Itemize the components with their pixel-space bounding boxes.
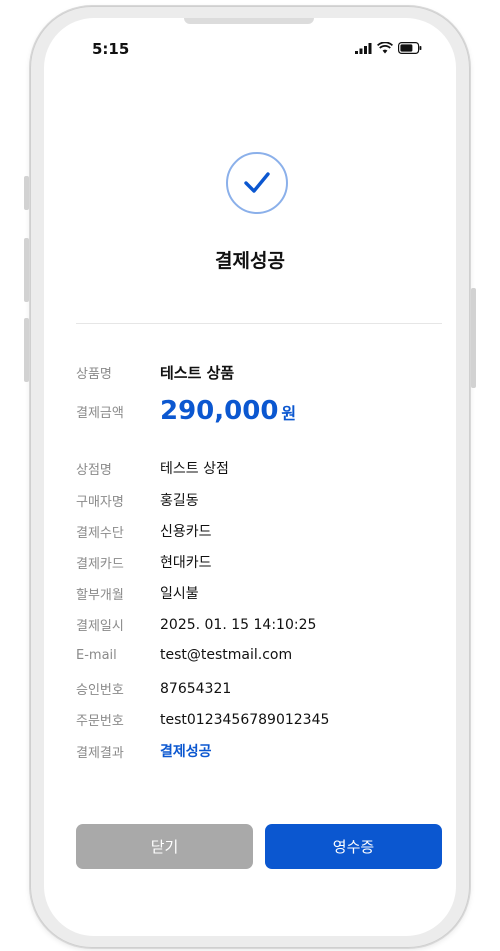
detail-row: 승인번호 87654321 [76, 679, 232, 699]
detail-value: 테스트 상점 [160, 461, 229, 477]
amount-row: 결제금액 290,000 원 [76, 396, 296, 426]
power-button [471, 288, 476, 388]
detail-row: 결제수단 신용카드 [76, 521, 212, 541]
detail-label: 할부개월 [76, 587, 124, 603]
detail-value: 일시불 [160, 586, 199, 602]
result-title: 결제성공 [215, 250, 285, 272]
detail-value: 현대카드 [160, 555, 212, 571]
detail-value: test@testmail.com [160, 647, 293, 663]
detail-label: 상점명 [76, 462, 112, 478]
notch [184, 18, 314, 24]
amount-value: 290,000 원 [160, 396, 296, 426]
product-label: 상품명 [76, 367, 112, 382]
detail-row: E-mail test@testmail.com [76, 647, 292, 663]
detail-label: 결제카드 [76, 556, 124, 572]
battery-icon [398, 42, 422, 54]
signal-icon [355, 42, 372, 54]
phone-frame: 5:15 결제성공 상품명 테스트 상품 결제금액 290,000 원 상점명 … [24, 6, 476, 948]
status-time: 5:15 [92, 40, 130, 58]
product-row: 상품명 테스트 상품 [76, 362, 234, 383]
detail-label: 결제수단 [76, 525, 124, 541]
amount-label: 결제금액 [76, 405, 124, 421]
screen: 5:15 결제성공 상품명 테스트 상품 결제금액 290,000 원 상점명 … [44, 18, 456, 936]
detail-row: 결제결과 결제성공 [76, 741, 212, 761]
detail-value: 홍길동 [160, 493, 199, 509]
payment-result-value: 결제성공 [160, 744, 212, 760]
status-icons [355, 42, 422, 54]
detail-value: 신용카드 [160, 524, 212, 540]
detail-label: E-mail [76, 647, 117, 663]
detail-row: 할부개월 일시불 [76, 583, 199, 603]
amount-unit: 원 [281, 404, 297, 423]
detail-row: 결제일시 2025. 01. 15 14:10:25 [76, 615, 317, 635]
product-value: 테스트 상품 [160, 364, 235, 382]
detail-label: 승인번호 [76, 683, 124, 698]
detail-label: 구매자명 [76, 494, 124, 510]
detail-row: 주문번호 test0123456789012345 [76, 710, 330, 730]
detail-row: 구매자명 홍길동 [76, 490, 199, 510]
detail-label: 결제결과 [76, 745, 124, 761]
detail-row: 결제카드 현대카드 [76, 552, 212, 572]
volume-down-button [24, 318, 29, 382]
success-check-icon [226, 152, 288, 214]
detail-label: 주문번호 [76, 714, 124, 729]
detail-label: 결제일시 [76, 619, 124, 634]
close-button[interactable]: 닫기 [76, 824, 253, 869]
detail-value: test0123456789012345 [160, 711, 330, 728]
detail-value: 87654321 [160, 680, 232, 697]
volume-up-button [24, 238, 29, 302]
amount-number: 290,000 [160, 396, 279, 426]
detail-row: 상점명 테스트 상점 [76, 458, 229, 478]
wifi-icon [377, 42, 393, 54]
receipt-button[interactable]: 영수증 [265, 824, 442, 869]
mute-switch [24, 176, 29, 210]
divider [76, 323, 442, 324]
detail-value: 2025. 01. 15 14:10:25 [160, 616, 317, 633]
